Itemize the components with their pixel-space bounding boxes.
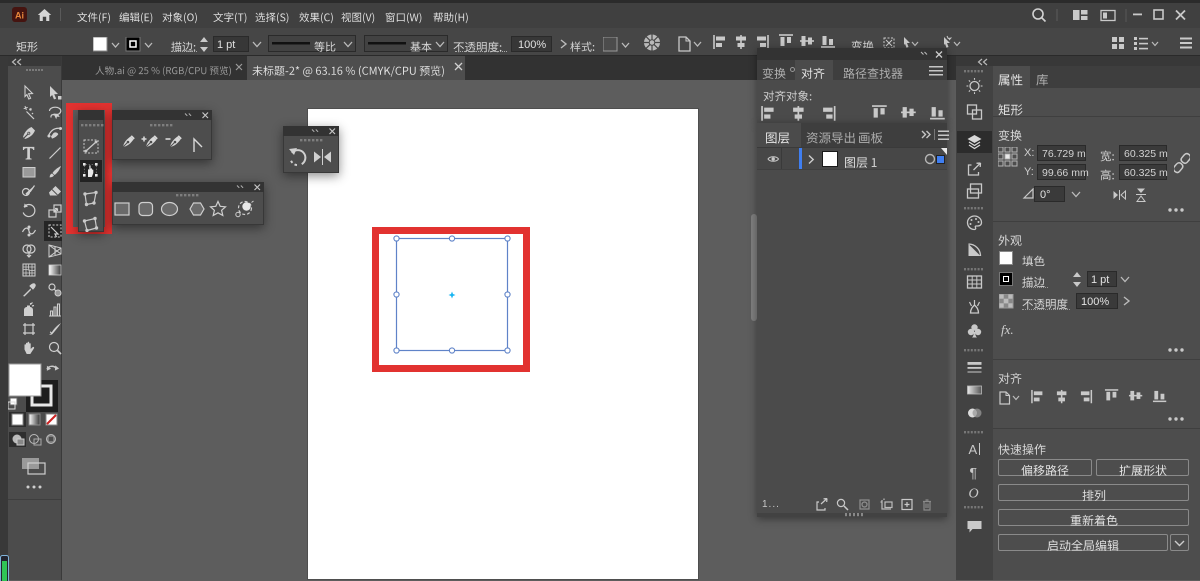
svg-text:A: A bbox=[969, 442, 978, 457]
svg-text:¶: ¶ bbox=[970, 465, 978, 481]
svg-text:Ai: Ai bbox=[15, 11, 24, 21]
svg-text:O: O bbox=[969, 487, 979, 502]
